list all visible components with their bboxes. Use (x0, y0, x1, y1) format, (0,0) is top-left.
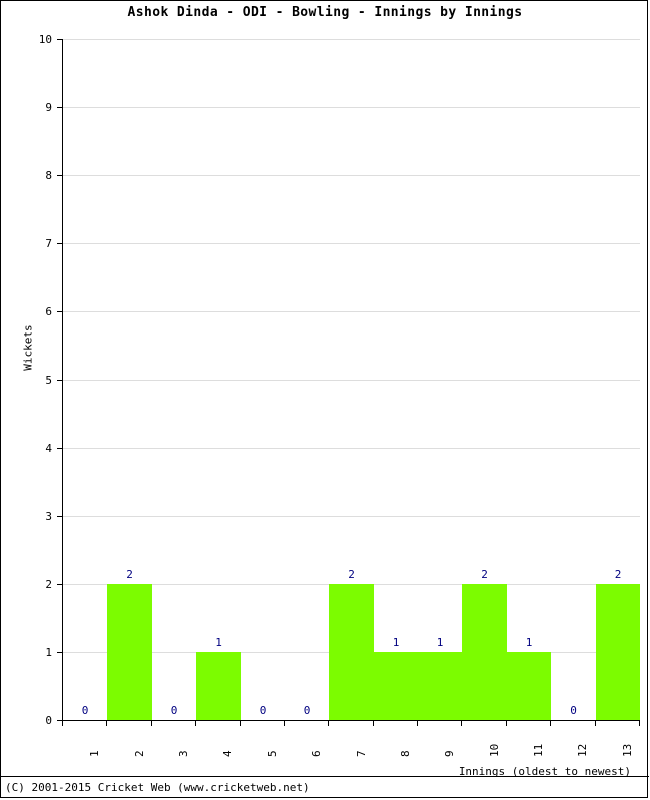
x-axis-tick-label: 2 (133, 750, 146, 757)
bar (107, 584, 152, 720)
x-axis-tick (550, 721, 551, 726)
y-axis-tick-label: 8 (45, 169, 52, 182)
x-axis-tick (373, 721, 374, 726)
x-axis-tick (461, 721, 462, 726)
x-axis-tick-label: 6 (310, 750, 323, 757)
gridline (63, 380, 640, 381)
x-axis-tick (506, 721, 507, 726)
x-axis-tick (595, 721, 596, 726)
bar (374, 652, 418, 720)
gridline (63, 39, 640, 40)
y-axis-tick-label: 3 (45, 510, 52, 523)
bar-value-label: 1 (392, 636, 400, 649)
bar-value-label: 2 (126, 568, 133, 581)
x-axis-tick (417, 721, 418, 726)
y-axis-tick-label: 1 (45, 646, 52, 659)
chart-title: Ashok Dinda - ODI - Bowling - Innings by… (127, 5, 523, 20)
x-axis-tick-label: 11 (532, 743, 545, 757)
bar-value-label: 2 (348, 568, 355, 581)
gridline (63, 243, 640, 244)
gridline (63, 516, 640, 517)
x-axis-tick-label: 4 (221, 750, 234, 757)
bar (418, 652, 462, 720)
chart-container: Ashok Dinda - ODI - Bowling - Innings by… (0, 0, 649, 798)
y-axis-tick-label: 6 (45, 305, 52, 318)
footer-divider (1, 776, 649, 777)
x-axis-tick (284, 721, 285, 726)
x-axis-tick (151, 721, 152, 726)
x-axis-tick (240, 721, 241, 726)
x-axis-tick-label: 12 (576, 743, 589, 757)
x-axis-tick-label: 7 (355, 750, 368, 757)
y-axis-tick-label: 4 (45, 442, 52, 455)
bar (196, 652, 241, 720)
x-axis-tick-label: 10 (488, 743, 501, 757)
gridline (63, 448, 640, 449)
x-axis-tick-label: 5 (266, 750, 279, 757)
bar-value-label: 1 (215, 636, 222, 649)
bar-value-label: 0 (259, 704, 267, 717)
bar-value-label: 2 (614, 568, 622, 581)
bar (596, 584, 640, 720)
y-axis-tick-label: 10 (38, 33, 52, 46)
bar-value-label: 0 (570, 704, 577, 717)
x-axis-tick (639, 721, 640, 726)
x-axis-tick-label: 8 (399, 750, 412, 757)
x-axis-tick-label: 9 (443, 750, 456, 757)
x-axis-tick (106, 721, 107, 726)
bar (329, 584, 374, 720)
bar-value-label: 1 (525, 636, 533, 649)
bar-value-label: 2 (481, 568, 488, 581)
gridline (63, 107, 640, 108)
bar (462, 584, 507, 720)
y-axis-tick-label: 0 (45, 714, 52, 727)
bar-value-label: 0 (170, 704, 178, 717)
gridline (63, 175, 640, 176)
gridline (63, 311, 640, 312)
x-axis-tick-labels: 1 2 3 4 5 6 7 8 9 10 11 12 13 (62, 727, 640, 761)
footer-copyright: (C) 2001-2015 Cricket Web (www.cricketwe… (5, 781, 310, 794)
y-axis-tick-label: 5 (45, 374, 52, 387)
bar-value-label: 1 (436, 636, 444, 649)
x-axis-tick-label: 1 (88, 750, 101, 757)
x-axis-tick (62, 721, 63, 726)
y-axis-tick-label: 2 (45, 578, 52, 591)
bar (507, 652, 551, 720)
y-axis-tick-label: 9 (45, 101, 52, 114)
x-axis-tick-label: 3 (177, 750, 190, 757)
bar-value-label: 0 (81, 704, 89, 717)
y-axis-tick-labels: 0 1 2 3 4 5 6 7 8 9 10 (1, 34, 57, 726)
bar-value-label: 0 (303, 704, 311, 717)
x-axis-tick-label: 13 (621, 743, 634, 757)
plot-area: 0 2 0 1 0 0 2 1 1 2 1 0 2 (62, 39, 640, 721)
x-axis-tick (195, 721, 196, 726)
x-axis-tick (328, 721, 329, 726)
y-axis-tick-label: 7 (45, 237, 52, 250)
